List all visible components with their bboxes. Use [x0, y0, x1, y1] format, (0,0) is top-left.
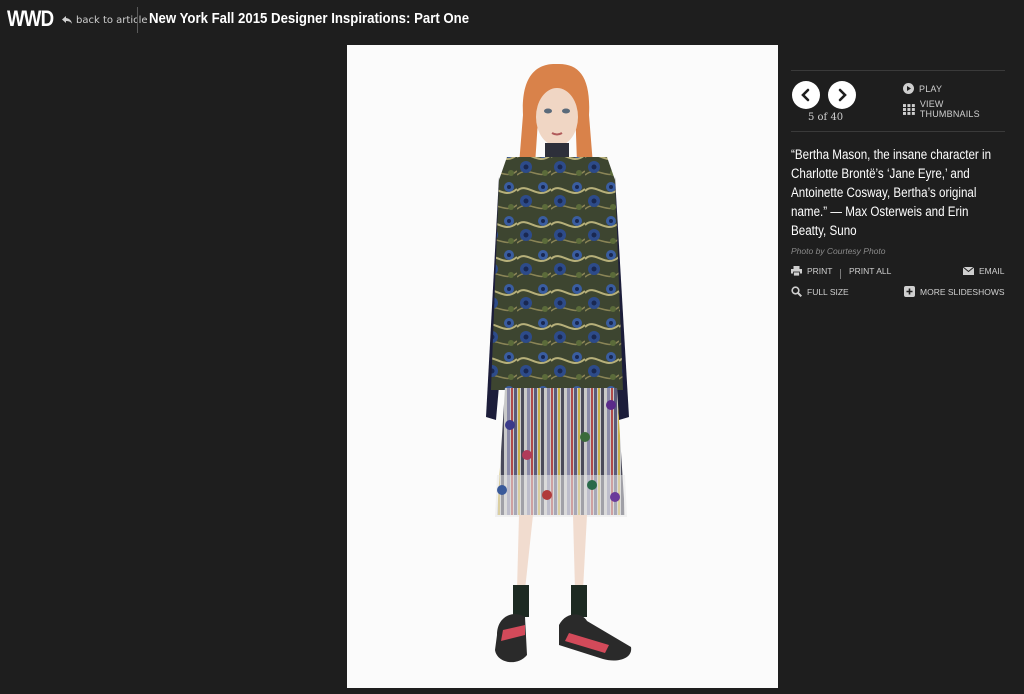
- next-slide-button[interactable]: [828, 81, 856, 109]
- slide-counter: 5 of 40: [808, 112, 844, 123]
- envelope-icon: [963, 267, 974, 275]
- full-size-button[interactable]: FULL SIZE: [791, 286, 849, 297]
- slide-image[interactable]: [347, 45, 778, 688]
- print-all-button[interactable]: PRINT ALL: [849, 266, 891, 276]
- more-slideshows-button[interactable]: MORE SLIDESHOWS: [904, 286, 1005, 297]
- divider: [791, 131, 1005, 132]
- back-arrow-icon: [61, 15, 73, 25]
- wwd-logo[interactable]: WWD: [7, 6, 54, 32]
- chevron-right-icon: [838, 88, 847, 102]
- view-thumbnails-label: VIEW THUMBNAILS: [919, 99, 980, 119]
- email-label: EMAIL: [979, 266, 1005, 276]
- play-button[interactable]: PLAY: [903, 83, 942, 94]
- print-label: PRINT: [807, 266, 833, 276]
- plus-icon: [904, 286, 915, 297]
- slide-navigation: 5 of 40 PLAY VIEW THUMBNAILS: [791, 71, 1005, 131]
- print-all-label: PRINT ALL: [849, 266, 892, 276]
- slide-info-panel: 5 of 40 PLAY VIEW THUMBNAILS “Bertha Mas…: [791, 70, 1005, 316]
- action-separator: [840, 269, 841, 279]
- back-to-article-link[interactable]: back to article: [61, 12, 148, 28]
- magnifier-icon: [791, 286, 802, 297]
- chevron-left-icon: [801, 88, 810, 102]
- slide-caption: “Bertha Mason, the insane character in C…: [791, 147, 992, 238]
- printer-icon: [791, 266, 802, 276]
- full-size-label: FULL SIZE: [807, 286, 849, 297]
- fashion-sketch-illustration: [486, 63, 632, 663]
- header-divider: [137, 7, 138, 33]
- photo-credit: Photo by Courtesy Photo: [791, 246, 886, 256]
- grid-icon: [903, 103, 915, 115]
- play-label: PLAY: [919, 83, 943, 94]
- view-thumbnails-button[interactable]: VIEW THUMBNAILS: [903, 99, 1005, 119]
- more-slideshows-label: MORE SLIDESHOWS: [920, 286, 1005, 297]
- top-bar: WWD back to article New York Fall 2015 D…: [0, 0, 1024, 42]
- previous-slide-button[interactable]: [792, 81, 820, 109]
- print-button[interactable]: PRINT: [791, 266, 833, 276]
- play-icon: [903, 83, 914, 94]
- email-button[interactable]: EMAIL: [963, 266, 1005, 276]
- gallery-title: New York Fall 2015 Designer Inspirations…: [149, 10, 470, 27]
- slide-actions: PRINT PRINT ALL EMAIL FULL SIZE MORE SLI…: [791, 266, 1005, 316]
